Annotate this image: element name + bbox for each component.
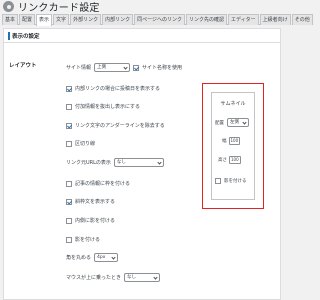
panel-title: 表示の設定 (12, 33, 40, 40)
tab-external-link[interactable]: 外部リンク (70, 14, 102, 25)
thumbnail-shadow-checkbox[interactable] (215, 178, 221, 184)
tab-advanced[interactable]: 上級者向け (259, 14, 291, 25)
tab-same-page-link[interactable]: 同ページへのリンク (134, 14, 185, 25)
thumbnail-position-row: 配置 左側 (215, 118, 249, 127)
hover-row: マウスが上に乗ったとき なし (66, 273, 161, 282)
url-display-select[interactable]: なし (113, 158, 164, 167)
checkbox[interactable] (66, 180, 72, 187)
thumbnail-width-input[interactable]: 100 (228, 137, 241, 145)
site-info-label: サイト情報 (66, 65, 92, 71)
tab-link-check[interactable]: リンク先の確認 (186, 14, 228, 25)
option-label: 内部リンクの場合に投稿日を表示する (75, 86, 161, 92)
section-label-layout: レイアウト (9, 63, 37, 69)
gear-icon (3, 1, 14, 12)
checkbox[interactable] (66, 122, 72, 129)
site-info-select[interactable]: 上側 (94, 63, 131, 72)
checkbox[interactable] (66, 236, 72, 243)
site-name-checkbox[interactable] (133, 64, 140, 71)
option-row[interactable]: 斜枠文を表示する (66, 198, 115, 205)
checkbox[interactable] (66, 217, 72, 224)
option-row[interactable]: 影を付ける (66, 236, 100, 243)
page-header: リンクカード設定 (0, 0, 284, 14)
thumbnail-settings: サムネイル 配置 左側 幅 100 高さ 100 影を付ける (211, 92, 255, 200)
thumbnail-width-label: 幅 (222, 139, 227, 144)
option-row[interactable]: 内部リンクの場合に投稿日を表示する (66, 85, 160, 92)
tab-other[interactable]: その他 (291, 14, 313, 25)
thumbnail-width-row: 幅 100 (222, 137, 241, 145)
thumbnail-shadow-row[interactable]: 影を付ける (215, 178, 247, 184)
option-row[interactable]: 記事の情報に枠を付ける (66, 180, 130, 187)
tab-internal-link[interactable]: 内部リンク (102, 14, 134, 25)
option-label: 影を付ける (75, 237, 101, 243)
tab-layout[interactable]: 配置 (19, 14, 36, 25)
option-label: 記事の情報に枠を付ける (75, 181, 131, 187)
checkbox[interactable] (66, 103, 72, 110)
thumbnail-height-label: 高さ (218, 158, 227, 163)
option-label: 内側に影を付ける (75, 218, 116, 224)
checkbox[interactable] (66, 140, 72, 147)
tab-editor[interactable]: エディター (228, 14, 259, 25)
tab-basic[interactable]: 基本 (2, 14, 19, 25)
round-corners-row: 角を丸める 4px (66, 253, 119, 262)
page-title: リンクカード設定 (18, 3, 100, 14)
option-label: リンク文字のアンダーラインを除去する (75, 123, 165, 129)
checkbox[interactable] (66, 85, 72, 92)
site-info-row: サイト情報 上側 サイト名称を使用 (66, 63, 182, 72)
checkbox[interactable] (66, 198, 72, 205)
site-name-label: サイト名称を使用 (142, 65, 183, 71)
option-row[interactable]: 区切り線 (66, 140, 95, 147)
thumbnail-shadow-label: 影を付ける (224, 179, 247, 184)
panel-header: 表示の設定 (4, 29, 280, 43)
round-corners-select[interactable]: 4px (94, 253, 119, 262)
option-row[interactable]: 内側に影を付ける (66, 217, 115, 224)
option-label: 付加情報を抜出し表示にする (75, 104, 141, 110)
option-row[interactable]: リンク文字のアンダーラインを除去する (66, 122, 165, 129)
thumbnail-title: サムネイル (220, 101, 246, 107)
thumbnail-position-label: 配置 (215, 120, 224, 126)
tab-bar: 基本 配置 表示 文字 外部リンク 内部リンク 同ページへのリンク リンク先の確… (2, 14, 313, 26)
thumbnail-position-select[interactable]: 左側 (227, 118, 249, 127)
highlight-box: サムネイル 配置 左側 幅 100 高さ 100 影を付ける (202, 83, 264, 209)
tab-display[interactable]: 表示 (36, 14, 53, 26)
thumbnail-height-input[interactable]: 100 (229, 156, 241, 164)
hover-label: マウスが上に乗ったとき (66, 275, 122, 281)
url-display-label: リンク元URLの表示 (66, 160, 111, 166)
url-display-row: リンク元URLの表示 なし (66, 158, 164, 167)
option-label: 区切り線 (75, 141, 96, 147)
tab-text[interactable]: 文字 (53, 14, 70, 25)
panel-accent-bar (8, 31, 10, 40)
thumbnail-height-row: 高さ 100 (218, 156, 241, 164)
option-label: 斜枠文を表示する (75, 199, 116, 205)
option-row[interactable]: 付加情報を抜出し表示にする (66, 103, 140, 110)
hover-select[interactable]: なし (124, 273, 161, 282)
round-corners-label: 角を丸める (66, 255, 92, 261)
